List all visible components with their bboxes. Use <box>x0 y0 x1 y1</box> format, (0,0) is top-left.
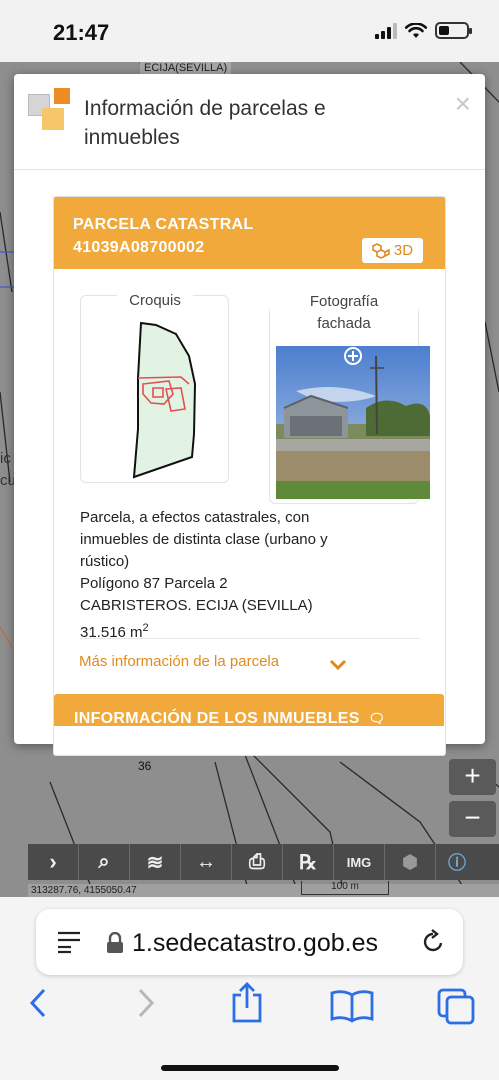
cellular-signal-icon <box>375 22 397 39</box>
layers-tool-button[interactable]: ≋ <box>130 844 181 880</box>
more-parcel-info-link[interactable]: Más información de la parcela <box>79 653 279 670</box>
comment-icon: 🗨 <box>368 711 386 726</box>
view-3d-button[interactable]: 3D <box>362 238 423 263</box>
url-text[interactable]: 1.sedecatastro.gob.es <box>132 929 378 958</box>
expand-tool-button[interactable]: › <box>28 844 79 880</box>
parcel-panel-header[interactable]: PARCELA CATASTRAL 41039A08700002 3D <box>54 197 445 269</box>
parcel-description-line: Parcela, a efectos catastrales, con <box>80 509 310 526</box>
parcel-sketch <box>132 321 197 479</box>
croquis-label: Croquis <box>117 290 193 312</box>
lock-icon <box>107 932 123 953</box>
parcel-description: Parcela, a efectos catastrales, con inmu… <box>80 507 410 644</box>
facade-photo-label-line2: fachada <box>317 315 371 332</box>
dialog-header: Información de parcelas e inmuebles × <box>14 74 485 170</box>
close-button[interactable]: × <box>455 90 471 118</box>
properties-heading: INFORMACIÓN DE LOS INMUEBLES <box>74 710 360 727</box>
map-coordinates: 313287.76, 4155050.47 <box>28 884 499 897</box>
search-tool-button[interactable]: ⌕ <box>79 844 130 880</box>
parcel-description-line: rústico) <box>80 553 130 570</box>
measure-tool-button[interactable]: ↔ <box>181 844 232 880</box>
address-bar[interactable]: 1.sedecatastro.gob.es <box>36 909 463 975</box>
zoom-in-button[interactable]: + <box>449 759 496 795</box>
reload-icon[interactable] <box>420 929 446 955</box>
properties-panel-header[interactable]: INFORMACIÓN DE LOS INMUEBLES 🗨 <box>54 694 444 727</box>
map-label-fragment: ic <box>0 450 11 467</box>
catastro-logo-icon <box>26 88 70 132</box>
reference-tool-button[interactable]: ℞ <box>283 844 334 880</box>
parcel-location: CABRISTEROS. ECIJA (SEVILLA) <box>80 597 313 614</box>
map-scale: 100 m <box>301 881 389 895</box>
cubes-icon <box>372 242 390 259</box>
reader-mode-icon[interactable] <box>56 930 82 954</box>
battery-icon <box>435 22 472 39</box>
parcel-description-line: inmuebles de distinta clase (urbano y <box>80 531 328 548</box>
facade-photo[interactable] <box>276 346 430 499</box>
share-icon[interactable] <box>230 981 264 1023</box>
parcel-heading-line1: PARCELA CATASTRAL <box>73 216 254 233</box>
3d-tool-button[interactable]: ⬢ <box>385 844 436 880</box>
parcel-polygon: Polígono 87 Parcela 2 <box>80 575 228 592</box>
image-tool-button[interactable]: IMG <box>334 844 385 880</box>
facade-photo-label-line1: Fotografía <box>309 293 379 310</box>
bookmarks-icon[interactable] <box>330 989 374 1023</box>
croquis-card[interactable]: Croquis <box>80 290 229 483</box>
parcel-heading: PARCELA CATASTRAL 41039A08700002 <box>73 213 254 259</box>
info-tool-button[interactable]: ⓘ <box>436 844 478 880</box>
parcel-number-label: 36 <box>138 759 152 773</box>
status-time: 21:47 <box>53 20 110 45</box>
tabs-icon[interactable] <box>436 987 476 1025</box>
print-tool-button[interactable]: ⎙ <box>232 844 283 880</box>
map-toolbar: › ⌕ ≋ ↔ ⎙ ℞ IMG ⬢ ⓘ <box>28 844 499 880</box>
facade-photo-card[interactable]: Fotografía fachada <box>269 291 430 504</box>
parcel-area-unit-exponent: 2 <box>142 622 149 634</box>
parcel-area: 31.516 m2 <box>80 617 410 644</box>
facade-photo-label: Fotografía fachada <box>270 291 418 335</box>
browser-bottom-bar: 1.sedecatastro.gob.es <box>0 897 499 1080</box>
forward-icon[interactable] <box>135 987 157 1019</box>
status-icons <box>375 22 472 39</box>
parcel-reference: 41039A08700002 <box>73 239 205 256</box>
wifi-icon <box>405 22 427 38</box>
divider <box>80 638 420 639</box>
status-bar: 21:47 <box>0 0 499 62</box>
dialog-title: Información de parcelas e inmuebles <box>84 97 326 149</box>
parcel-panel: PARCELA CATASTRAL 41039A08700002 3D Croq… <box>53 196 446 756</box>
home-indicator <box>161 1065 339 1071</box>
chevron-down-icon[interactable] <box>329 659 347 671</box>
zoom-out-button[interactable]: − <box>449 801 496 837</box>
back-icon[interactable] <box>27 987 49 1019</box>
view-3d-label: 3D <box>393 242 414 259</box>
